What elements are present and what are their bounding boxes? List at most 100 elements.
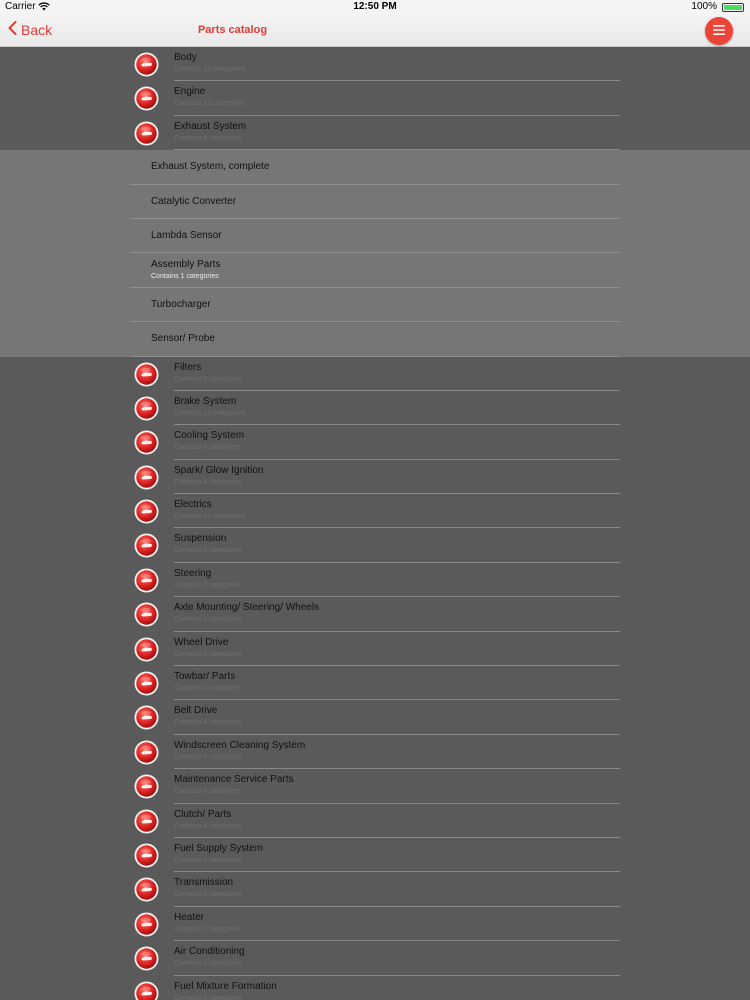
- category-icon: [134, 52, 159, 77]
- category-icon: [134, 946, 159, 971]
- category-row[interactable]: Engine Contains 12 categories: [0, 81, 750, 116]
- category-icon: [134, 362, 159, 387]
- subcategory-row[interactable]: Sensor/ Probe: [0, 322, 750, 357]
- category-icon: [134, 465, 159, 490]
- category-label: Filters: [174, 361, 202, 373]
- category-count: Contains 6 categories: [174, 134, 242, 142]
- subcategory-row[interactable]: Exhaust System, complete: [0, 150, 750, 185]
- category-count: Contains 6 categories: [174, 788, 242, 796]
- subcategory-label: Exhaust System, complete: [151, 161, 270, 173]
- hamburger-icon: [713, 22, 725, 40]
- category-row[interactable]: Towbar/ Parts Contains 3 categories: [0, 666, 750, 701]
- navigation-bar: Back Parts catalog: [0, 14, 750, 47]
- category-icon: [134, 396, 159, 421]
- subcategory-label: Sensor/ Probe: [151, 333, 215, 345]
- category-count: Contains 4 categories: [174, 719, 242, 727]
- category-label: Clutch/ Parts: [174, 808, 232, 820]
- category-label: Spark/ Glow Ignition: [174, 464, 264, 476]
- category-label: Axle Mounting/ Steering/ Wheels: [174, 602, 320, 614]
- battery-percent: 100%: [691, 1, 717, 12]
- category-row[interactable]: Fuel Mixture Formation Contains 5 catego…: [0, 976, 750, 1000]
- category-count: Contains 5 categories: [174, 650, 242, 658]
- menu-button[interactable]: [705, 17, 733, 45]
- category-row[interactable]: Maintenance Service Parts Contains 6 cat…: [0, 769, 750, 804]
- category-icon: [134, 981, 159, 1000]
- category-row[interactable]: Axle Mounting/ Steering/ Wheels Contains…: [0, 597, 750, 632]
- category-row[interactable]: Fuel Supply System Contains 6 categories: [0, 838, 750, 873]
- category-label: Transmission: [174, 877, 234, 889]
- category-label: Towbar/ Parts: [174, 671, 236, 683]
- clock: 12:50 PM: [353, 1, 397, 12]
- category-count: Contains 6 categories: [174, 856, 242, 864]
- category-label: Body: [174, 52, 197, 63]
- subcategory-row[interactable]: Lambda Sensor: [0, 219, 750, 254]
- category-row[interactable]: Steering Contains 7 categories: [0, 563, 750, 598]
- category-icon: [134, 499, 159, 524]
- category-row[interactable]: Belt Drive Contains 4 categories: [0, 700, 750, 735]
- category-row[interactable]: Suspension Contains 5 categories: [0, 528, 750, 563]
- category-label: Exhaust System: [174, 120, 247, 132]
- subcategory-row[interactable]: Assembly Parts Contains 1 categories: [0, 253, 750, 288]
- category-row[interactable]: Spark/ Glow Ignition Contains 4 categori…: [0, 460, 750, 495]
- category-row[interactable]: Wheel Drive Contains 5 categories: [0, 632, 750, 667]
- category-row[interactable]: Cooling System Contains 6 categories: [0, 425, 750, 460]
- category-row[interactable]: Air Conditioning Contains 6 categories: [0, 941, 750, 976]
- category-label: Wheel Drive: [174, 636, 229, 648]
- category-count: Contains 7 categories: [174, 581, 242, 589]
- category-row[interactable]: Electrics Contains 12 categories: [0, 494, 750, 529]
- category-icon: [134, 774, 159, 799]
- subcategory-row[interactable]: Catalytic Converter: [0, 185, 750, 219]
- battery-icon: [722, 3, 744, 12]
- subcategory-label: Assembly Parts: [151, 259, 221, 271]
- subcategory-label: Catalytic Converter: [151, 195, 237, 207]
- category-row[interactable]: Clutch/ Parts Contains 4 categories: [0, 804, 750, 838]
- subcategory-count: Contains 1 categories: [151, 273, 219, 281]
- category-count: Contains 4 categories: [174, 822, 242, 830]
- category-group-top: Body Contains 11 categories Engine Conta…: [0, 47, 750, 151]
- category-icon: [134, 602, 159, 627]
- category-icon: [134, 671, 159, 696]
- category-count: Contains 5 categories: [174, 994, 242, 1000]
- subcategory-row[interactable]: Turbocharger: [0, 288, 750, 323]
- category-row[interactable]: Brake System Contains 10 categories: [0, 391, 750, 426]
- category-count: Contains 8 categories: [174, 616, 242, 624]
- category-label: Air Conditioning: [174, 946, 245, 958]
- category-icon: [134, 705, 159, 730]
- category-label: Belt Drive: [174, 705, 218, 717]
- category-row[interactable]: Transmission Contains 5 categories: [0, 872, 750, 907]
- category-label: Fuel Mixture Formation: [174, 980, 277, 992]
- category-label: Maintenance Service Parts: [174, 774, 294, 786]
- page-title: Parts catalog: [197, 24, 268, 36]
- category-icon: [134, 533, 159, 558]
- subcategory-label: Turbocharger: [151, 298, 211, 310]
- category-row[interactable]: Filters Contains 5 categories: [0, 357, 750, 391]
- category-count: Contains 10 categories: [174, 409, 246, 417]
- category-row[interactable]: Heater Contains 3 categories: [0, 907, 750, 942]
- category-icon: [134, 877, 159, 902]
- category-icon: [134, 809, 159, 834]
- subcategory-label: Lambda Sensor: [151, 229, 222, 241]
- category-group-bottom: Filters Contains 5 categories Brake Syst…: [0, 357, 750, 1000]
- category-label: Electrics: [174, 499, 212, 511]
- category-label: Windscreen Cleaning System: [174, 739, 306, 751]
- category-count: Contains 6 categories: [174, 960, 242, 968]
- category-label: Heater: [174, 911, 205, 923]
- category-count: Contains 12 categories: [174, 513, 246, 521]
- category-icon: [134, 912, 159, 937]
- category-row[interactable]: Windscreen Cleaning System Contains 5 ca…: [0, 735, 750, 770]
- category-count: Contains 4 categories: [174, 478, 242, 486]
- category-count: Contains 6 categories: [174, 444, 242, 452]
- category-label: Cooling System: [174, 430, 245, 442]
- category-label: Suspension: [174, 533, 227, 545]
- category-icon: [134, 86, 159, 111]
- category-count: Contains 5 categories: [174, 375, 242, 383]
- category-label: Fuel Supply System: [174, 842, 263, 854]
- category-count: Contains 11 categories: [174, 66, 246, 73]
- category-icon: [134, 740, 159, 765]
- category-count: Contains 3 categories: [174, 685, 242, 693]
- category-icon: [134, 843, 159, 868]
- category-icon: [134, 637, 159, 662]
- category-row[interactable]: Exhaust System Contains 6 categories: [0, 116, 750, 151]
- category-row[interactable]: Body Contains 11 categories: [0, 47, 750, 82]
- category-count: Contains 12 categories: [174, 100, 246, 108]
